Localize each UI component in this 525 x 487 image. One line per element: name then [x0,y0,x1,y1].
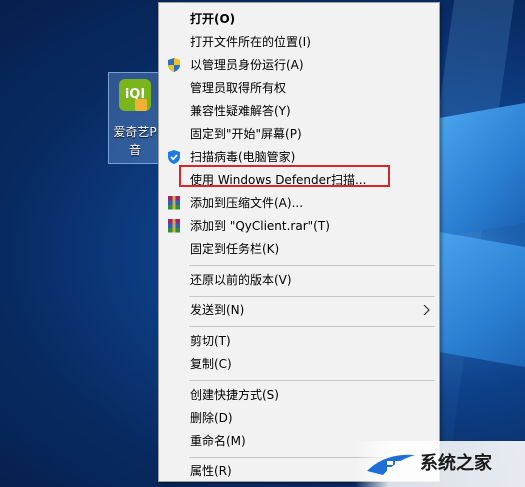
uac-shield-icon [168,58,180,72]
highlight-box [179,165,390,187]
menu-item-label: 打开文件所在的位置(I) [190,35,311,49]
menu-item-label: 以管理员身份运行(A) [190,58,304,72]
menu-item-label: 添加到 "QyClient.rar"(T) [190,219,330,233]
menu-item-label: 固定到任务栏(K) [190,242,280,256]
menu-item-label: 管理员取得所有权 [190,81,287,95]
menu-item-open-location[interactable]: 打开文件所在的位置(I) [159,31,439,53]
menu-item-take-ownership[interactable]: 管理员取得所有权 [159,77,439,99]
menu-item-add-to-qyclient-rar[interactable]: 添加到 "QyClient.rar"(T) [159,215,439,237]
menu-separator [189,380,435,381]
menu-item-run-as-admin[interactable]: 以管理员身份运行(A) [159,54,439,76]
menu-item-pin-start[interactable]: 固定到"开始"屏幕(P) [159,123,439,145]
menu-item-label: 删除(D) [190,411,233,425]
menu-separator [189,326,435,327]
menu-item-label: 添加到压缩文件(A)... [190,196,304,210]
menu-item-label: 复制(C) [190,357,232,371]
winrar-icon [168,196,180,210]
menu-separator [189,265,435,266]
menu-item-label: 兼容性疑难解答(Y) [190,104,291,118]
menu-item-label: 创建快捷方式(S) [190,388,279,402]
menu-item-pin-taskbar[interactable]: 固定到任务栏(K) [159,238,439,260]
desktop-icon-iqiyi[interactable]: iQI 爱奇艺P 音 [108,72,162,164]
menu-item-create-shortcut[interactable]: 创建快捷方式(S) [159,384,439,406]
menu-item-label: 发送到(N) [190,303,245,317]
watermark-text: 系统之家 [420,453,492,474]
windows-logo-pane [440,232,525,368]
menu-item-cut[interactable]: 剪切(T) [159,330,439,352]
winrar-icon [168,219,180,233]
menu-item-label: 重命名(M) [190,434,246,448]
menu-item-label: 打开(O) [190,12,236,26]
desktop-icon-label-line1: 爱奇艺P [113,125,157,139]
menu-item-label: 剪切(T) [190,334,231,348]
menu-item-copy[interactable]: 复制(C) [159,353,439,375]
menu-item-send-to[interactable]: 发送到(N) [159,299,439,321]
context-menu: 打开(O) 打开文件所在的位置(I) 以管理员身份运行(A) 管理员取得所有权 … [158,2,440,482]
shortcut-badge-icon [135,99,147,111]
menu-item-restore-previous[interactable]: 还原以前的版本(V) [159,269,439,291]
menu-item-delete[interactable]: 删除(D) [159,407,439,429]
tencent-shield-icon [168,150,180,164]
chevron-right-icon [423,305,430,315]
watermark-logo-icon [367,454,415,475]
menu-item-compat-troubleshoot[interactable]: 兼容性疑难解答(Y) [159,100,439,122]
desktop-icon-label: 爱奇艺P 音 [109,123,161,159]
desktop-icon-label-line2: 音 [128,143,141,157]
watermark: 系统之家 [355,441,525,487]
menu-separator [189,296,435,297]
menu-item-label: 还原以前的版本(V) [190,273,292,287]
windows-logo-pane [440,102,525,238]
menu-item-label: 属性(R) [190,464,232,478]
menu-item-label: 固定到"开始"屏幕(P) [190,127,302,141]
menu-item-add-to-archive[interactable]: 添加到压缩文件(A)... [159,192,439,214]
menu-item-open[interactable]: 打开(O) [159,8,439,30]
